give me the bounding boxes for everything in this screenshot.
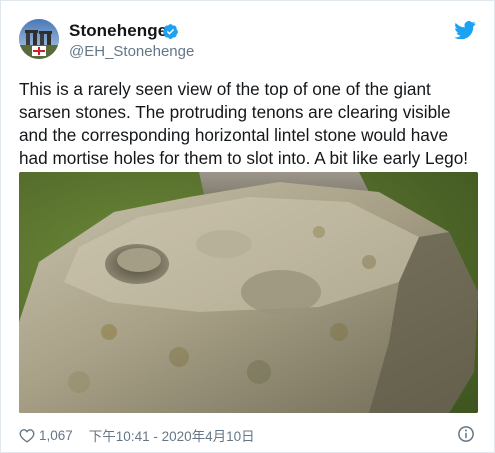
handle[interactable]: @EH_Stonehenge [69,43,194,60]
info-icon[interactable] [457,425,475,443]
tweet-footer: 1,067 下午10:41 - 2020年4月10日 [19,426,255,444]
tweet-photo[interactable] [19,172,478,413]
tweet-card: Stonehenge @EH_Stonehenge This is a rare… [0,0,495,453]
like-count: 1,067 [39,427,73,443]
avatar[interactable] [19,19,59,59]
avatar-image [19,19,59,59]
tweet-text: This is a rarely seen view of the top of… [19,79,469,168]
heart-icon[interactable] [19,428,35,443]
timestamp[interactable]: 下午10:41 - 2020年4月10日 [89,425,255,445]
verified-badge-icon [163,24,178,39]
sarsen-stone-photo [19,172,478,413]
display-name[interactable]: Stonehenge [69,21,167,41]
twitter-bird-icon[interactable] [454,21,476,39]
